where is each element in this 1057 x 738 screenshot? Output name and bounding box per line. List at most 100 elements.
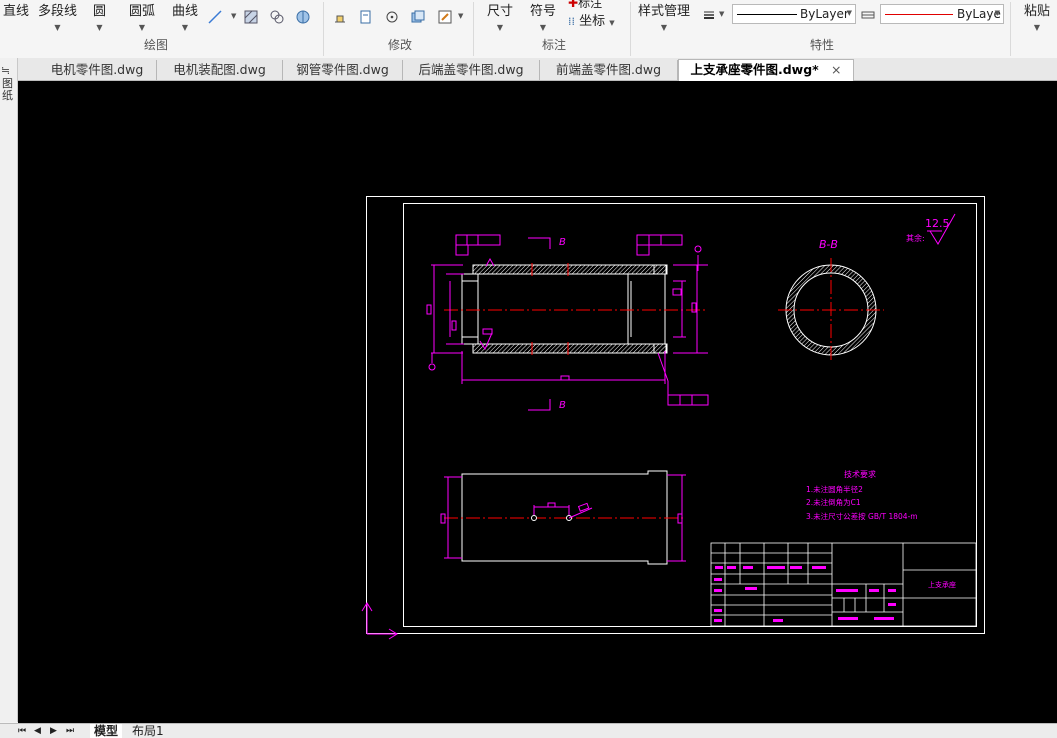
bottom-wall-hatch bbox=[472, 343, 667, 354]
chevron-down-icon: ▼ bbox=[1033, 23, 1041, 32]
stretch-icon[interactable] bbox=[333, 10, 347, 24]
tab-label: 电机装配图.dwg bbox=[173, 62, 266, 77]
dimension-label: 尺寸 bbox=[487, 4, 514, 19]
boundary-icon[interactable] bbox=[296, 10, 310, 24]
circle-tool-button[interactable]: 圆 ▼ bbox=[93, 0, 106, 34]
linetype-dropdown[interactable]: ByLayer ▼ bbox=[732, 4, 856, 24]
region-icon[interactable] bbox=[270, 10, 284, 24]
tab-label: 后端盖零件图.dwg bbox=[418, 62, 524, 77]
arc-tool-label: 圆弧 bbox=[129, 4, 156, 19]
last-tab-icon[interactable]: ⏭ bbox=[66, 724, 74, 738]
section-mark-bottom: B bbox=[559, 400, 566, 411]
prev-tab-icon[interactable]: ◀ bbox=[34, 724, 41, 738]
style-manager-label: 样式管理 bbox=[638, 4, 691, 19]
tech-req-title: 技术要求 bbox=[844, 469, 876, 479]
paste-button[interactable]: 粘贴 ▼ bbox=[1024, 0, 1050, 34]
color-dropdown[interactable]: ByLaye ▼ bbox=[880, 4, 1004, 24]
properties-edit-icon[interactable] bbox=[438, 10, 452, 24]
tab-motor-part[interactable]: 电机零件图.dwg bbox=[38, 60, 157, 80]
group-label-draw: 绘图 bbox=[143, 38, 168, 52]
drawing-sheet-tab[interactable]: 图 纸 bbox=[2, 78, 13, 102]
label-icon: ✚ bbox=[568, 0, 579, 10]
tab-rear-cover[interactable]: 后端盖零件图.dwg bbox=[403, 60, 540, 80]
plan-view bbox=[444, 470, 686, 565]
coordinate-icon: ⁞⁞ bbox=[568, 15, 575, 28]
first-tab-icon[interactable]: ⏮ bbox=[18, 724, 26, 738]
tech-req-item: 3.未注尺寸公差按 GB/T 1804-m bbox=[806, 511, 918, 521]
coordinate-label: 坐标 bbox=[579, 14, 606, 29]
tab-label: 电机零件图.dwg bbox=[50, 62, 144, 77]
title-block-labels bbox=[714, 566, 896, 622]
chevron-down-icon: ▼ bbox=[54, 23, 61, 32]
ucs-icon bbox=[361, 602, 398, 640]
color-preview bbox=[885, 14, 953, 15]
tech-req-item: 1.未注圆角半径2 bbox=[806, 484, 863, 494]
front-section-view bbox=[444, 263, 708, 355]
linetype-preview bbox=[737, 14, 797, 15]
arc-tool-button[interactable]: 圆弧 ▼ bbox=[129, 0, 155, 34]
front-view-dimensions bbox=[426, 234, 709, 411]
chevron-down-icon: ▼ bbox=[660, 23, 668, 32]
hatch-icon[interactable] bbox=[244, 10, 258, 24]
tech-req-item: 2.未注倒角为C1 bbox=[806, 497, 861, 507]
drawing-canvas[interactable]: B B B-B 12.5 其余: 技术要求 1.未注圆角半径2 2.未注倒角为C… bbox=[18, 81, 1057, 723]
tab-upper-support[interactable]: 上支承座零件图.dwg* × bbox=[678, 59, 854, 82]
roughness-prefix: 其余: bbox=[906, 233, 925, 243]
tab-model[interactable]: 模型 bbox=[90, 724, 123, 738]
coordinate-button[interactable]: ⁞⁞ 坐标 ▼ bbox=[568, 10, 615, 29]
symbol-button[interactable]: 符号 ▼ bbox=[530, 0, 556, 34]
top-wall-hatch bbox=[472, 264, 667, 275]
panel-icon[interactable]: ≒ bbox=[1, 64, 10, 78]
curve-tool-label: 曲线 bbox=[172, 4, 199, 19]
polyline-tool-button[interactable]: 多段线 ▼ bbox=[38, 0, 77, 34]
curve-tool-button[interactable]: 曲线 ▼ bbox=[172, 0, 198, 34]
chevron-down-icon: ▼ bbox=[138, 23, 146, 32]
tab-layout1[interactable]: 布局1 bbox=[132, 724, 164, 738]
section-view-title: B-B bbox=[819, 238, 838, 251]
tab-label: 前端盖零件图.dwg bbox=[555, 62, 662, 77]
chevron-down-icon: ▼ bbox=[496, 23, 504, 32]
tab-steel-pipe[interactable]: 钢管零件图.dwg bbox=[283, 60, 403, 80]
circle-tool-label: 圆 bbox=[93, 4, 107, 19]
style-manager-button[interactable]: 样式管理 ▼ bbox=[638, 0, 690, 34]
roughness-value: 12.5 bbox=[925, 217, 950, 230]
rotate-icon[interactable] bbox=[385, 10, 399, 24]
layer-icon[interactable] bbox=[861, 8, 875, 22]
tab-label: 钢管零件图.dwg bbox=[296, 62, 389, 77]
left-panel: ≒ 图 纸 bbox=[0, 58, 18, 722]
chevron-down-icon[interactable]: ▼ bbox=[719, 10, 724, 18]
polyline-tool-label: 多段线 bbox=[38, 4, 78, 19]
tab-label: 上支承座零件图.dwg* bbox=[690, 62, 819, 77]
next-tab-icon[interactable]: ▶ bbox=[50, 724, 57, 738]
dimension-button[interactable]: 尺寸 ▼ bbox=[487, 0, 513, 34]
line-tool-label: 直线 bbox=[3, 4, 30, 19]
chevron-down-icon[interactable]: ▼ bbox=[458, 12, 463, 20]
section-mark-top: B bbox=[559, 237, 566, 248]
line-tool-button[interactable]: 直线 bbox=[3, 0, 29, 34]
linetype-value: ByLayer bbox=[800, 7, 849, 21]
close-icon[interactable]: × bbox=[831, 62, 841, 77]
layout-tab-bar: ⏮ ◀ ▶ ⏭ 模型 布局1 bbox=[0, 723, 1057, 738]
paste-label: 粘贴 bbox=[1024, 4, 1051, 19]
chevron-down-icon: ▼ bbox=[994, 9, 1000, 17]
drawing-svg: B B B-B 12.5 其余: 技术要求 1.未注圆角半径2 2.未注倒角为C… bbox=[361, 196, 985, 640]
chevron-down-icon: ▼ bbox=[539, 23, 547, 32]
tab-front-cover[interactable]: 前端盖零件图.dwg bbox=[540, 60, 678, 80]
chevron-down-icon[interactable]: ▼ bbox=[231, 12, 236, 20]
symbol-label: 符号 bbox=[530, 4, 557, 19]
title-block-part-name: 上支承座 bbox=[928, 580, 956, 589]
document-tab-bar: 电机零件图.dwg 电机装配图.dwg 钢管零件图.dwg 后端盖零件图.dwg… bbox=[0, 58, 1057, 82]
copy-icon[interactable] bbox=[411, 10, 425, 24]
group-label-properties: 特性 bbox=[809, 38, 834, 52]
construction-line-icon[interactable] bbox=[208, 10, 222, 24]
section-view-bb bbox=[778, 258, 884, 363]
tab-char: 纸 bbox=[2, 89, 13, 102]
document-icon[interactable] bbox=[359, 10, 373, 24]
label-cut-button[interactable]: ✚标注 bbox=[568, 0, 602, 10]
chevron-down-icon: ▼ bbox=[96, 23, 103, 32]
chevron-down-icon: ▼ bbox=[181, 23, 189, 32]
chevron-down-icon: ▼ bbox=[609, 19, 615, 27]
group-label-modify: 修改 bbox=[387, 38, 412, 52]
lineweight-icon[interactable] bbox=[702, 8, 716, 22]
tab-motor-assembly[interactable]: 电机装配图.dwg bbox=[157, 60, 283, 80]
